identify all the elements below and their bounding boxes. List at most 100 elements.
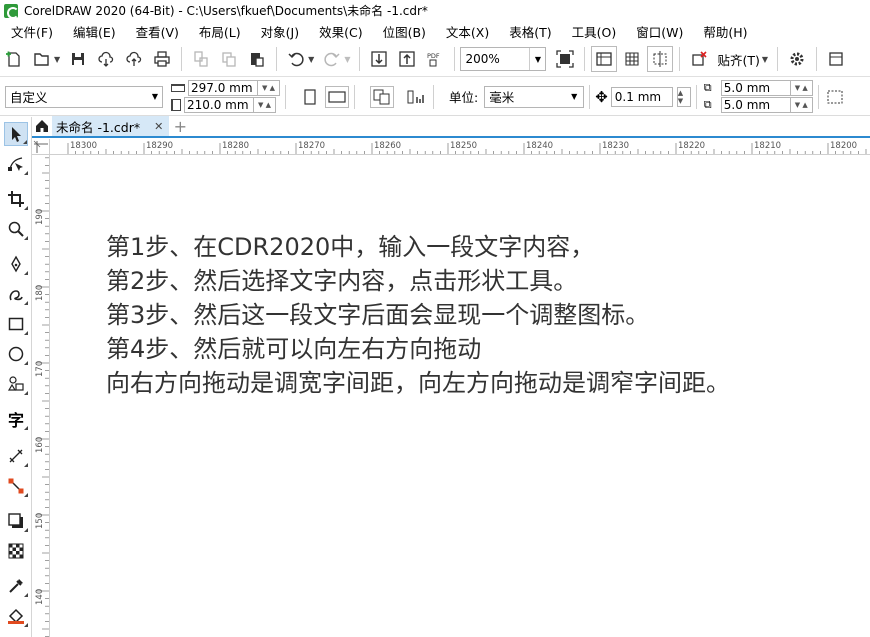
menu-text[interactable]: 文本(X)	[435, 22, 498, 41]
menu-window[interactable]: 窗口(W)	[625, 22, 692, 41]
magnifier-icon	[8, 221, 24, 237]
page-size-preset-dropdown[interactable]: 自定义 ▼	[5, 85, 163, 108]
menu-bitmaps[interactable]: 位图(B)	[372, 22, 435, 41]
freehand-tool[interactable]	[4, 252, 28, 276]
text-line[interactable]: 向右方向拖动是调宽字间距，向左方向拖动是调窄字间距。	[106, 366, 730, 400]
artistic-media-tool[interactable]	[4, 282, 28, 306]
polygon-tool[interactable]	[4, 372, 28, 396]
all-pages-button[interactable]	[370, 85, 394, 108]
open-button[interactable]	[29, 46, 55, 72]
vertical-ruler[interactable]: 190 180 170 160 150 140	[32, 155, 50, 637]
artistic-text-object[interactable]: 第1步、在CDR2020中，输入一段文字内容， 第2步、然后选择文字内容，点击形…	[106, 230, 730, 400]
cut-button[interactable]	[188, 46, 214, 72]
ruler-origin-corner[interactable]	[32, 139, 50, 155]
parallel-dimension-tool[interactable]	[4, 444, 28, 468]
menu-table[interactable]: 表格(T)	[498, 22, 560, 41]
redo-dropdown-icon[interactable]: ▼	[344, 55, 350, 64]
full-screen-preview-button[interactable]	[552, 46, 578, 72]
publish-pdf-button[interactable]: PDF	[422, 46, 448, 72]
import-button[interactable]	[366, 46, 392, 72]
options-button[interactable]	[784, 46, 810, 72]
current-page-button[interactable]	[404, 86, 428, 108]
snap-off-button[interactable]	[686, 46, 712, 72]
text-tool[interactable]: 字	[4, 407, 28, 431]
transparency-tool[interactable]	[4, 539, 28, 563]
cloud-upload-button[interactable]	[121, 46, 147, 72]
shape-tool[interactable]	[4, 152, 28, 176]
page-width-spinner[interactable]: ▼ ▲	[258, 80, 280, 96]
text-line[interactable]: 第1步、在CDR2020中，输入一段文字内容，	[106, 230, 730, 264]
units-dropdown[interactable]: 毫米 ▼	[484, 85, 585, 108]
document-tab[interactable]: 未命名 -1.cdr* ✕	[52, 116, 170, 136]
zoom-level-value[interactable]: 200%	[461, 52, 529, 66]
units-value[interactable]: 毫米	[489, 87, 514, 106]
duplicate-x-field[interactable]: 5.0 mm	[720, 80, 791, 96]
text-line[interactable]: 第3步、然后这一段文字后面会显现一个调整图标。	[106, 298, 730, 332]
menu-file[interactable]: 文件(F)	[0, 22, 62, 41]
menu-edit[interactable]: 编辑(E)	[62, 22, 125, 41]
chevron-down-icon[interactable]: ▼	[571, 92, 577, 101]
export-button[interactable]	[394, 46, 420, 72]
rectangle-tool[interactable]	[4, 312, 28, 336]
menu-layout[interactable]: 布局(L)	[188, 22, 250, 41]
new-document-button[interactable]	[1, 46, 27, 72]
duplicate-y-field[interactable]: 5.0 mm	[720, 97, 791, 113]
chevron-down-icon[interactable]: ▼	[152, 92, 158, 101]
nudge-distance-field[interactable]: 0.1 mm	[610, 86, 673, 107]
zoom-tool[interactable]	[4, 217, 28, 241]
portrait-button[interactable]	[301, 86, 319, 108]
drop-shadow-tool[interactable]	[4, 509, 28, 533]
page-border-button[interactable]	[824, 86, 846, 108]
nudge-distance-spinner[interactable]: ▲ ▼	[676, 86, 691, 107]
page-width-field[interactable]: 297.0 mm	[188, 80, 258, 96]
horizontal-ruler[interactable]: 18300 18290 18280 18270 18260 18250 18240 18230…	[50, 139, 870, 155]
text-line[interactable]: 第4步、然后就可以向左右方向拖动	[106, 332, 730, 366]
undo-dropdown-icon[interactable]: ▼	[308, 55, 314, 64]
crop-tool[interactable]	[4, 187, 28, 211]
show-grid-button[interactable]	[619, 46, 645, 72]
new-tab-button[interactable]: +	[169, 116, 191, 136]
paste-button[interactable]	[244, 46, 270, 72]
landscape-button[interactable]	[325, 85, 349, 108]
undo-button[interactable]	[283, 46, 309, 72]
ellipse-tool[interactable]	[4, 342, 28, 366]
menu-tools[interactable]: 工具(O)	[561, 22, 626, 41]
document-tab-label[interactable]: 未命名 -1.cdr*	[56, 117, 140, 136]
color-eyedropper-tool[interactable]	[4, 574, 28, 598]
duplicate-x-spinner[interactable]: ▼ ▲	[790, 80, 813, 96]
page-height-spinner[interactable]: ▼ ▲	[254, 97, 276, 113]
interactive-fill-tool[interactable]	[4, 604, 28, 628]
print-button[interactable]	[149, 46, 175, 72]
show-rulers-button[interactable]	[591, 46, 618, 72]
menu-effects[interactable]: 效果(C)	[308, 22, 371, 41]
menu-help[interactable]: 帮助(H)	[692, 22, 756, 41]
flyout-indicator	[24, 331, 28, 335]
save-button[interactable]	[65, 46, 91, 72]
redo-button[interactable]	[319, 46, 345, 72]
zoom-level-combo[interactable]: 200% ▼	[460, 47, 547, 71]
drawing-canvas[interactable]: 第1步、在CDR2020中，输入一段文字内容， 第2步、然后选择文字内容，点击形…	[50, 156, 870, 637]
show-guidelines-button[interactable]	[647, 46, 674, 72]
snap-dropdown-icon[interactable]: ▼	[762, 55, 768, 64]
toolbar-separator	[454, 47, 456, 71]
menu-object[interactable]: 对象(J)	[250, 22, 308, 41]
app-launcher-button[interactable]	[823, 46, 849, 72]
snap-to-label[interactable]: 贴齐(T)	[717, 50, 759, 69]
welcome-home-tab[interactable]	[32, 116, 52, 136]
document-tab-bar: 未命名 -1.cdr* ✕ +	[32, 116, 870, 138]
copy-button[interactable]	[216, 46, 242, 72]
nudge-icon: ✥	[595, 87, 608, 106]
page-height-field[interactable]: 210.0 mm	[184, 97, 254, 113]
open-dropdown-icon[interactable]: ▼	[54, 55, 60, 64]
cloud-download-button[interactable]	[93, 46, 119, 72]
menu-view[interactable]: 查看(V)	[125, 22, 188, 41]
pick-tool[interactable]	[4, 122, 28, 146]
connector-tool[interactable]	[4, 474, 28, 498]
ruler-label: 18290	[146, 141, 173, 151]
text-line[interactable]: 第2步、然后选择文字内容，点击形状工具。	[106, 264, 730, 298]
page-size-preset-value[interactable]: 自定义	[10, 87, 48, 106]
duplicate-y-spinner[interactable]: ▼ ▲	[790, 97, 813, 113]
ruler-label: 18220	[678, 141, 705, 151]
chevron-down-icon[interactable]: ▼	[529, 48, 545, 70]
close-tab-icon[interactable]: ✕	[154, 120, 163, 133]
